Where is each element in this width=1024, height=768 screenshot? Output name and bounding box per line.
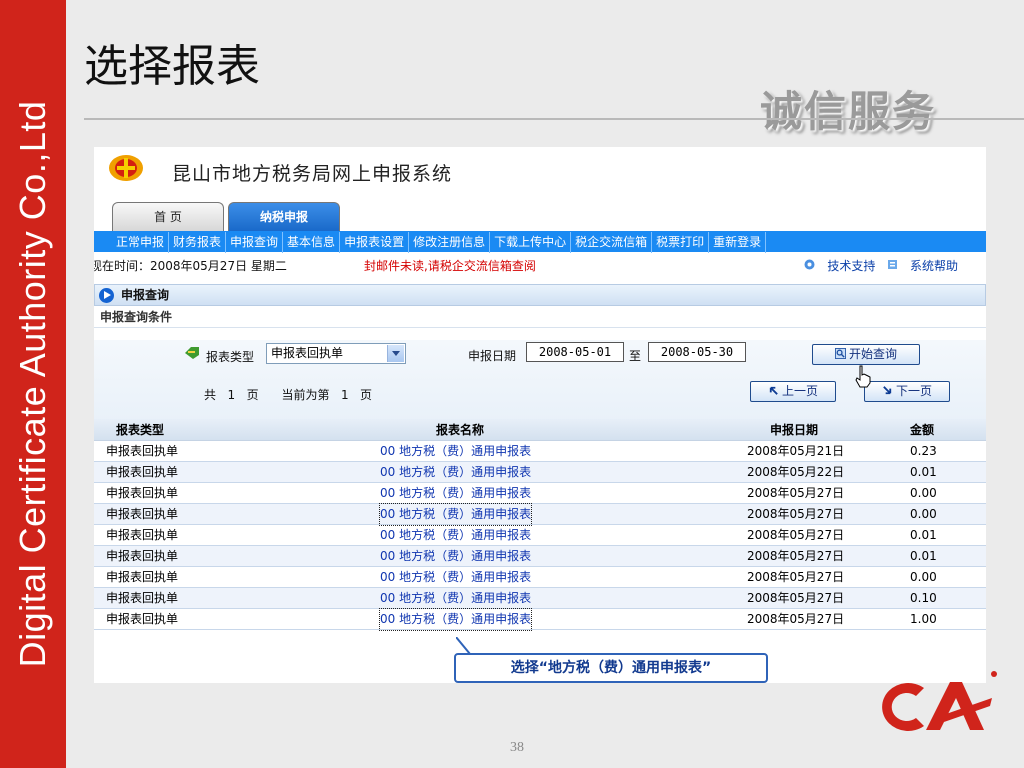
report-table: 报表类型 报表名称 申报日期 金额 申报表回执单 00 地方税（费）通用申报表 20… (94, 419, 986, 631)
header-amount: 金额 (910, 423, 935, 437)
current-time: 现在时间：2008年05月27日 星期二 (94, 259, 287, 273)
report-link[interactable]: 00 地方税（费）通用申报表 (378, 608, 533, 631)
panel-title: 申报查询 (121, 288, 170, 302)
report-link[interactable]: 00 地方税（费）通用申报表 (380, 483, 531, 504)
search-button[interactable]: 开始查询 (812, 344, 920, 365)
menu-item-normal-declaration[interactable]: 正常申报 (112, 232, 170, 253)
search-icon (834, 348, 846, 359)
report-type-label: 报表类型 (206, 350, 255, 364)
report-link[interactable]: 00 地方税（费）通用申报表 (380, 588, 531, 609)
report-link[interactable]: 00 地方税（费）通用申报表 (380, 441, 531, 462)
prev-page-button[interactable]: 上一页 (750, 381, 836, 402)
table-row: 申报表回执单 00 地方税（费）通用申报表 2008年05月27日 1.00 (94, 608, 986, 631)
ca-logo-icon (882, 671, 997, 731)
system-help-link[interactable]: 系统帮助 (887, 259, 958, 273)
arrow-up-left-icon (769, 386, 778, 395)
report-link[interactable]: 00 地方税（费）通用申报表 (380, 567, 531, 588)
menu-item-financial-reports[interactable]: 财务报表 (169, 232, 227, 253)
tax-emblem-icon (109, 155, 143, 181)
report-link[interactable]: 00 地方税（费）通用申报表 (380, 546, 531, 567)
menu-bar: 正常申报 财务报表 申报查询 基本信息 申报表设置 修改注册信息 下载上传中心 税企交流信箱税… (94, 231, 986, 253)
callout-box: 选择“地方税（费）通用申报表” (454, 653, 768, 683)
menu-item-download-center[interactable]: 下载上传中心 (490, 232, 572, 253)
table-row: 申报表回执单 00 地方税（费）通用申报表 2008年05月27日 0.01 (94, 525, 986, 546)
report-link[interactable]: 00 地方税（费）通用申报表 (380, 462, 531, 483)
report-type-icon (185, 347, 199, 359)
play-icon (99, 288, 114, 303)
header-report-type: 报表类型 (116, 423, 165, 437)
table-row: 申报表回执单 00 地方税（费）通用申报表 2008年05月27日 0.00 (94, 503, 986, 526)
table-row: 申报表回执单 00 地方税（费）通用申报表 2008年05月27日 0.01 (94, 546, 986, 567)
slide-title: 选择报表 (84, 41, 260, 92)
tab-home[interactable]: 首 页 (112, 202, 224, 232)
date-to-input[interactable]: 2008-05-30 (648, 342, 746, 362)
section-title: 申报查询条件 (94, 306, 986, 328)
title-divider (84, 118, 1024, 120)
system-header: 昆山市地方税务局网上申报系统 (94, 147, 986, 199)
paging-info: 共 1 页 当前为第 1 页 (204, 388, 373, 402)
table-row: 申报表回执单 00 地方税（费）通用申报表 2008年05月27日 0.10 (94, 588, 986, 609)
info-bar: 现在时间：2008年05月27日 星期二 封邮件未读,请税企交流信箱查阅 技术支… (94, 254, 986, 278)
help-icon (888, 260, 898, 269)
screenshot-panel: 昆山市地方税务局网上申报系统 首 页 纳税申报 正常申报 财务报表 申报查询 基本信息… (94, 147, 986, 683)
date-separator: 至 (629, 349, 642, 363)
side-banner-text: Digital Certificate Authority Co.,Ltd (12, 100, 53, 668)
menu-item-form-settings[interactable]: 申报表设置 (340, 232, 410, 253)
menu-item-edit-registration[interactable]: 修改注册信息 (409, 232, 491, 253)
table-header: 报表类型 报表名称 申报日期 金额 (94, 419, 986, 441)
header-date: 申报日期 (770, 423, 819, 437)
system-title: 昆山市地方税务局网上申报系统 (172, 163, 453, 185)
page-number: 38 (510, 740, 524, 755)
header-report-name: 报表名称 (436, 423, 485, 437)
query-panel: 申报查询 申报查询条件 报表类型 申报表回执单 申报日期 2008-05-01 … (94, 284, 986, 683)
tech-support-link[interactable]: 技术支持 (804, 259, 879, 273)
side-banner: Digital Certificate Authority Co.,Ltd (0, 0, 66, 768)
arrow-down-right-icon (883, 386, 892, 395)
menu-item-declaration-query[interactable]: 申报查询 (226, 232, 284, 253)
date-from-input[interactable]: 2008-05-01 (526, 342, 624, 362)
table-row: 申报表回执单 00 地方税（费）通用申报表 2008年05月21日 0.23 (94, 441, 986, 462)
chevron-down-icon[interactable] (387, 345, 404, 362)
table-row: 申报表回执单 00 地方税（费）通用申报表 2008年05月27日 0.00 (94, 483, 986, 504)
report-link[interactable]: 00 地方税（费）通用申报表 (378, 503, 533, 526)
query-filter: 报表类型 申报表回执单 申报日期 2008-05-01 至 2008-05-30… (94, 340, 986, 420)
tab-tax-declaration[interactable]: 纳税申报 (228, 202, 340, 232)
menu-item-mailbox[interactable]: 税企交流信箱 (571, 232, 653, 253)
report-type-value: 申报表回执单 (271, 346, 344, 360)
support-icon (804, 259, 815, 270)
table-row: 申报表回执单 00 地方税（费）通用申报表 2008年05月27日 0.00 (94, 567, 986, 588)
hand-pointer-icon (855, 365, 871, 388)
next-page-button[interactable]: 下一页 (864, 381, 950, 402)
menu-item-tax-print[interactable]: 税票打印 (652, 232, 710, 253)
report-type-select[interactable]: 申报表回执单 (266, 343, 406, 364)
report-link[interactable]: 00 地方税（费）通用申报表 (380, 525, 531, 546)
menu-item-basic-info[interactable]: 基本信息 (283, 232, 341, 253)
table-row: 申报表回执单 00 地方税（费）通用申报表 2008年05月22日 0.01 (94, 462, 986, 483)
unread-notice[interactable]: 封邮件未读,请税企交流信箱查阅 (364, 254, 536, 278)
date-label: 申报日期 (468, 349, 517, 363)
panel-header: 申报查询 (94, 284, 986, 306)
help-links: 技术支持 系统帮助 (796, 254, 958, 278)
slogan: 诚信服务 (760, 87, 937, 136)
slide: Digital Certificate Authority Co.,Ltd 选择… (0, 0, 1024, 768)
menu-item-relogin[interactable]: 重新登录 (709, 232, 767, 253)
